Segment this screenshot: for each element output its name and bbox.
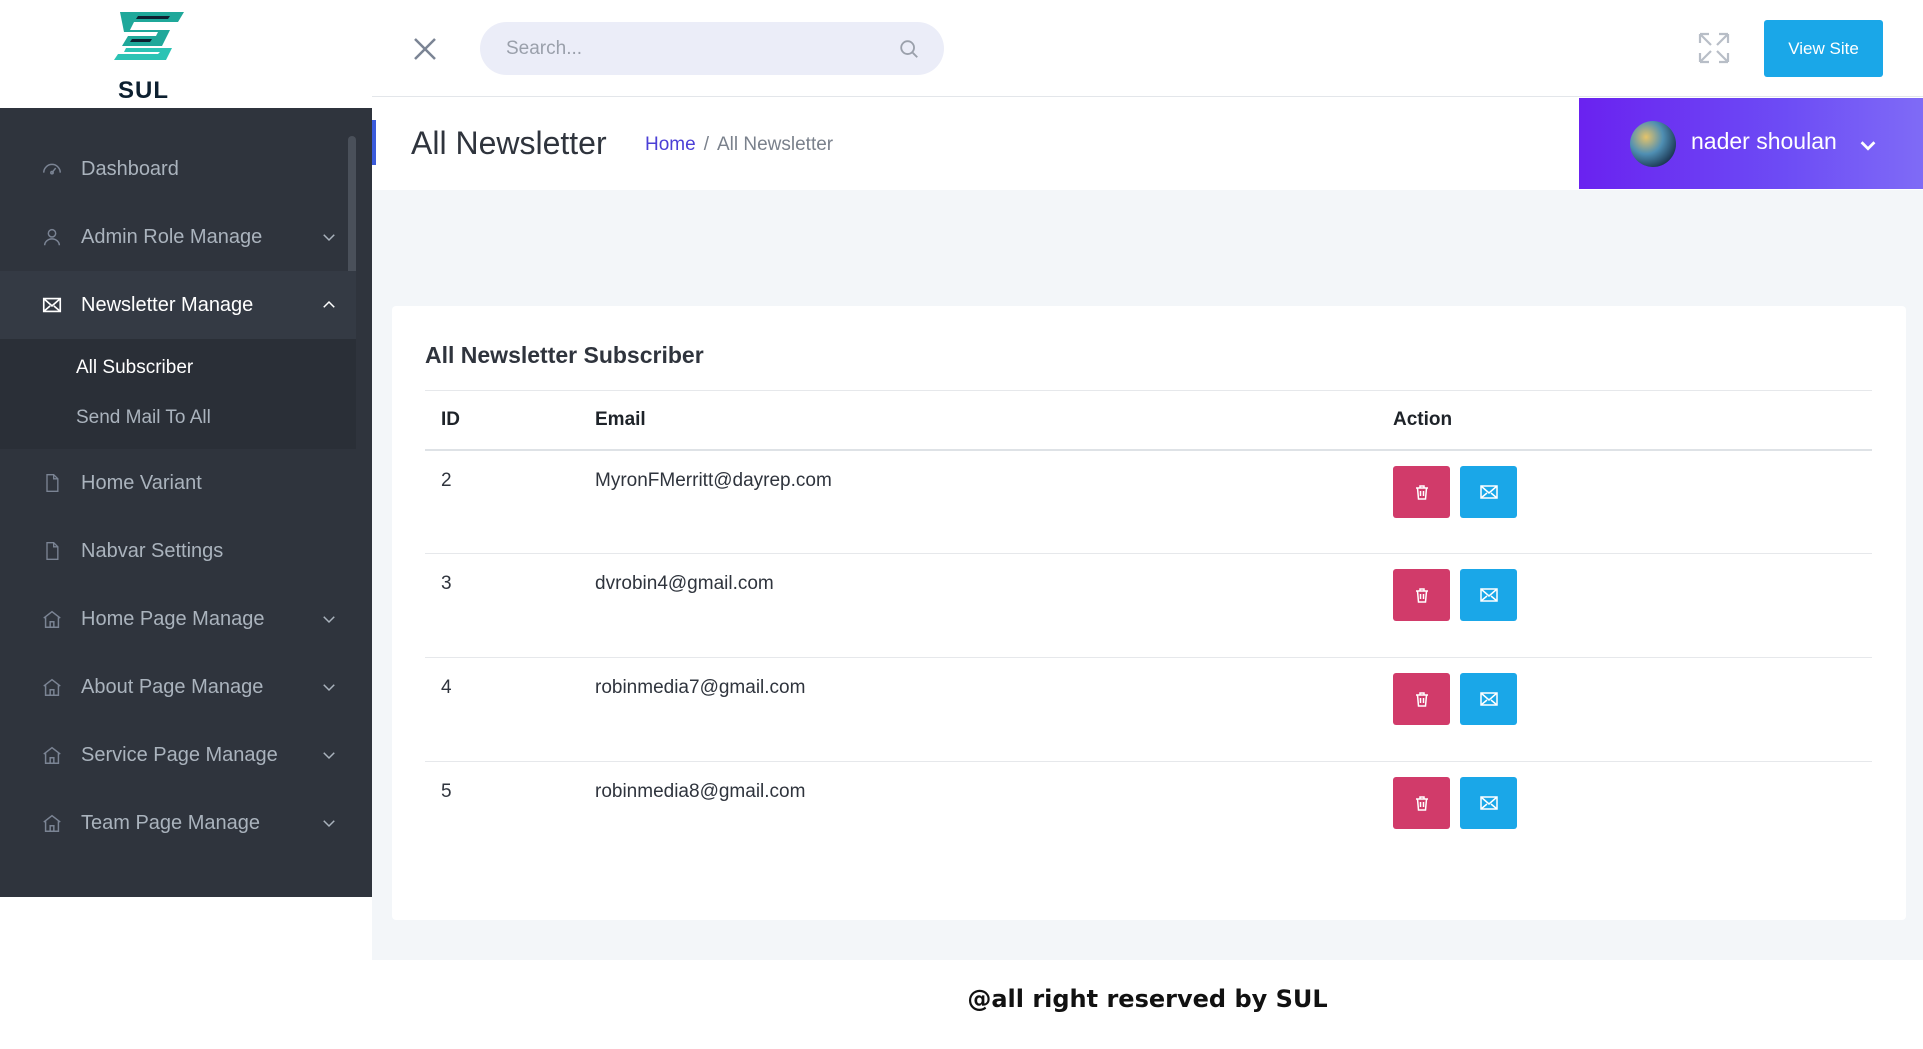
envelope-icon [1479,588,1498,602]
column-header-action: Action [1377,390,1872,451]
search-bar [480,22,944,75]
page-title: All Newsletter [411,125,607,161]
send-mail-button[interactable] [1460,465,1517,518]
sidebar: Dashboard Admin Role Manage Newsletter M… [0,0,372,897]
sidebar-item-label: Admin Role Manage [81,225,263,248]
sidebar-item-label: Home Page Manage [81,607,265,630]
trash-icon [1415,796,1428,811]
cell-email: MyronFMerritt@dayrep.com [579,449,1377,554]
sidebar-item-label: About Page Manage [81,675,264,698]
table-header-row: ID Email Action [425,390,1872,451]
sidebar-item-home-page-manage[interactable]: Home Page Manage [0,585,356,653]
chevron-down-icon [323,820,335,828]
logo[interactable]: SUL [0,0,372,108]
sidebar-menu: Dashboard Admin Role Manage Newsletter M… [0,135,356,857]
subscriber-table: ID Email Action 2 MyronFMerritt@dayrep.c… [425,390,1872,866]
envelope-icon [1479,692,1498,706]
sidebar-item-home-variant[interactable]: Home Variant [0,449,356,517]
chevron-down-icon [323,234,335,242]
column-header-email: Email [579,390,1377,451]
title-accent-bar [372,120,376,165]
chevron-up-icon [323,300,335,308]
submenu-item-send-mail-to-all[interactable]: Send Mail To All [0,393,356,443]
sidebar-item-label: Home Variant [81,471,202,494]
breadcrumb-current: All Newsletter [716,134,834,155]
cell-action [1377,553,1872,658]
dashboard-icon [40,157,64,181]
envelope-icon [1479,796,1498,810]
trash-icon [1415,588,1428,603]
search-input[interactable] [506,37,886,60]
sidebar-item-newsletter-manage[interactable]: Newsletter Manage [0,271,356,339]
avatar [1630,121,1676,167]
view-site-button[interactable]: View Site [1764,20,1883,77]
home-icon [40,743,64,767]
search-icon[interactable] [898,38,920,60]
sidebar-item-label: Team Page Manage [81,811,261,834]
newsletter-submenu: All Subscriber Send Mail To All [0,339,356,449]
chevron-down-icon [1860,141,1876,151]
subscriber-card: All Newsletter Subscriber ID Email Actio… [392,306,1906,920]
envelope-icon [1479,484,1498,499]
user-icon [40,225,64,249]
envelope-icon [40,293,64,317]
cell-email: robinmedia7@gmail.com [579,657,1377,762]
chevron-down-icon [323,684,335,692]
cell-email: dvrobin4@gmail.com [579,553,1377,658]
sidebar-item-nabvar-settings[interactable]: Nabvar Settings [0,517,356,585]
breadcrumb-home-link[interactable]: Home [645,134,696,155]
card-title: All Newsletter Subscriber [425,342,704,368]
submenu-item-all-subscriber[interactable]: All Subscriber [0,343,356,393]
trash-icon [1415,484,1428,500]
user-menu[interactable]: nader shoulan [1579,98,1923,189]
send-mail-button[interactable] [1460,569,1517,621]
cell-id: 5 [441,781,452,802]
logo-text: SUL [118,77,169,104]
sidebar-item-dashboard[interactable]: Dashboard [0,135,356,203]
fullscreen-icon[interactable] [1696,30,1732,66]
cell-id: 3 [425,553,579,658]
chevron-down-icon [323,616,335,624]
cell-action [1377,449,1872,554]
footer-copyright: @all right reserved by SUL [967,985,1328,1013]
file-icon [40,471,64,495]
sidebar-item-service-page-manage[interactable]: Service Page Manage [0,721,356,789]
delete-button[interactable] [1393,673,1450,725]
sidebar-item-about-page-manage[interactable]: About Page Manage [0,653,356,721]
user-name: nader shoulan [1691,128,1837,154]
cell-id: 2 [425,449,579,554]
breadcrumb-separator: / [703,134,709,155]
cell-action [1377,762,1872,866]
breadcrumb: Home / All Newsletter [645,134,833,156]
file-icon [40,539,64,563]
delete-button[interactable] [1393,569,1450,621]
column-header-id: ID [425,390,579,451]
sidebar-item-label: Nabvar Settings [81,539,224,562]
logo-mark-icon [114,12,184,60]
sidebar-item-label: Dashboard [81,157,179,180]
table-row: 5 robinmedia8@gmail.com [425,762,1872,866]
send-mail-button[interactable] [1460,673,1517,725]
table-row: 3 dvrobin4@gmail.com [425,553,1872,658]
cell-action [1377,657,1872,762]
table-row: 4 robinmedia7@gmail.com [425,657,1872,762]
send-mail-button[interactable] [1460,777,1517,829]
home-icon [40,675,64,699]
trash-icon [1415,692,1428,707]
chevron-down-icon [323,752,335,760]
sidebar-item-label: Newsletter Manage [81,293,254,316]
page-header: All Newsletter Home / All Newsletter nader… [372,98,1923,190]
delete-button[interactable] [1393,777,1450,829]
sidebar-item-admin-role-manage[interactable]: Admin Role Manage [0,203,356,271]
sidebar-item-label: Service Page Manage [81,743,278,766]
home-icon [40,811,64,835]
delete-button[interactable] [1393,465,1450,518]
home-icon [40,607,64,631]
cell-email: robinmedia8@gmail.com [595,781,806,802]
table-row: 2 MyronFMerritt@dayrep.com [425,449,1872,554]
close-icon[interactable] [410,34,440,64]
sidebar-item-team-page-manage[interactable]: Team Page Manage [0,789,356,857]
cell-id: 4 [425,657,579,762]
topbar: View Site [372,0,1923,97]
